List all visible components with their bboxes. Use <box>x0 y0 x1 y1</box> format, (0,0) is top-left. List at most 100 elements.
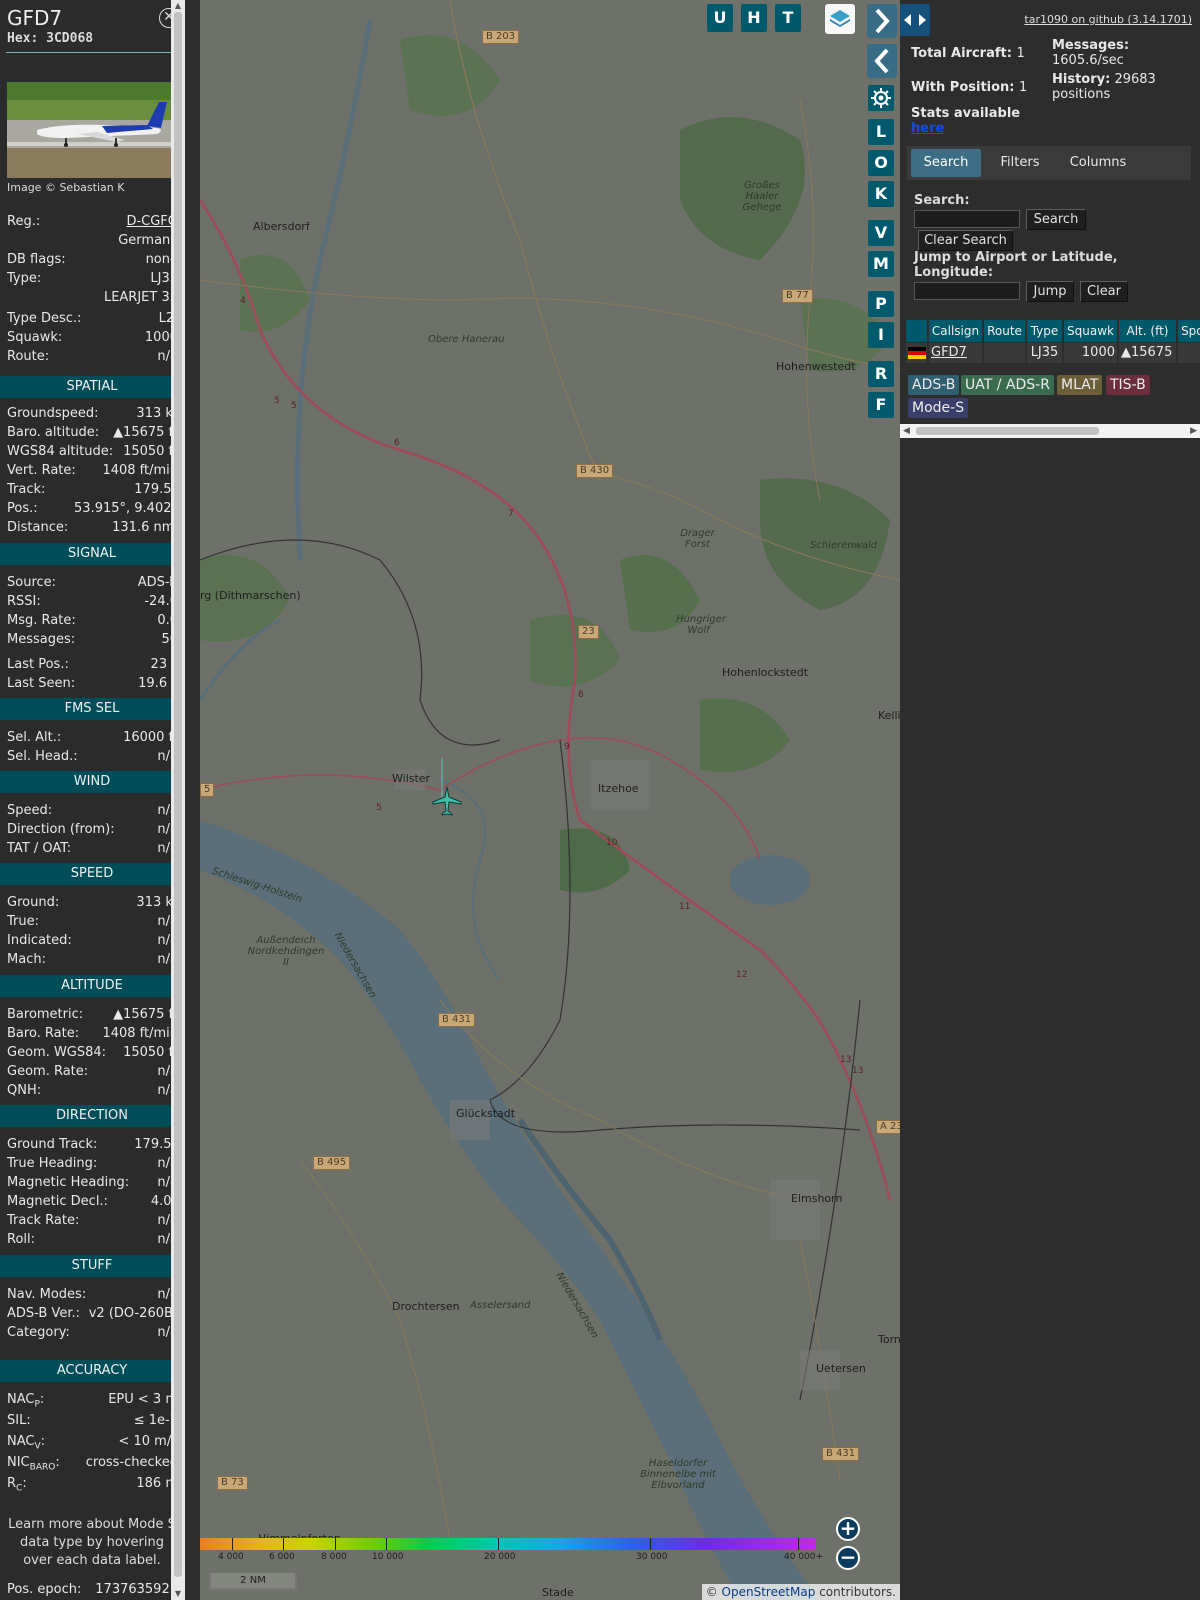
column-header-flag[interactable] <box>906 320 928 342</box>
map-view[interactable]: Albersdorf Obere Hanerau Hohenwestedt Große… <box>200 0 900 1600</box>
previous-aircraft-button[interactable] <box>867 44 897 78</box>
map-button-t[interactable]: T <box>775 4 801 32</box>
info-row-label: Groundspeed: <box>7 406 99 421</box>
callsign-link[interactable]: GFD7 <box>931 345 967 360</box>
motorway-exit-number: 10 <box>606 838 618 848</box>
colorbar-tick <box>335 1538 336 1550</box>
colorbar-tick <box>798 1538 799 1550</box>
map-button-h[interactable]: H <box>741 4 767 32</box>
info-row-label: Last Seen: <box>7 676 76 691</box>
info-row: Reg.: D-CGFO <box>7 214 178 232</box>
tab-filters[interactable]: Filters <box>989 149 1051 177</box>
openstreetmap-link[interactable]: OpenStreetMap <box>722 1585 816 1599</box>
info-row-value: cross-checked <box>85 1455 178 1470</box>
stats-here-link[interactable]: here <box>911 121 944 136</box>
search-input[interactable] <box>914 210 1020 228</box>
sidebar: tar1090 on github (3.14.1701) Total Airc… <box>900 0 1200 1600</box>
motorway-exit-number: 9 <box>564 742 570 752</box>
map-button-o[interactable]: O <box>868 150 894 176</box>
jump-button[interactable]: Jump <box>1026 281 1074 302</box>
table-row-route[interactable] <box>984 343 1026 363</box>
zoom-in-button[interactable]: + <box>836 1517 860 1541</box>
history-unit: positions <box>1052 87 1111 102</box>
clear-search-button[interactable]: Clear Search <box>918 230 1013 251</box>
table-horizontal-scrollbar[interactable]: ◀ ▶ <box>900 424 1200 438</box>
layers-button[interactable] <box>825 4 855 34</box>
learn-more-text: Learn more about Mode S data type by hov… <box>8 1517 176 1568</box>
info-row: Type Desc.: L2J <box>7 311 178 329</box>
info-row-label: WGS84 altitude: <box>7 444 114 459</box>
map-button-r[interactable]: R <box>868 361 894 387</box>
info-panel-scrollbar[interactable]: ▲ ▼ <box>171 0 185 1600</box>
horizontal-scrollbar-thumb[interactable] <box>916 427 1099 435</box>
map-button-l[interactable]: L <box>868 119 894 145</box>
table-row-flag-cell[interactable] <box>906 343 928 363</box>
settings-button[interactable] <box>868 85 894 111</box>
table-row-altitude[interactable]: ▲15675 <box>1119 343 1177 363</box>
clear-button[interactable]: Clear <box>1080 281 1128 302</box>
road-sign-label: B 431 <box>438 1013 476 1027</box>
search-button[interactable]: Search <box>1026 209 1086 230</box>
info-row-label: Geom. Rate: <box>7 1064 89 1079</box>
info-row-label: Mach: <box>7 952 46 967</box>
tab-columns[interactable]: Columns <box>1057 149 1139 177</box>
info-row: TAT / OAT: n/a <box>7 841 178 859</box>
info-row-value: 16000 ft <box>123 730 178 745</box>
column-header-squawk[interactable]: Squawk <box>1064 320 1118 342</box>
info-row: NICBARO: cross-checked <box>7 1455 178 1473</box>
zoom-out-button[interactable]: − <box>836 1546 860 1570</box>
column-header-type[interactable]: Type <box>1027 320 1063 342</box>
motorway-exit-number: 5 <box>274 396 280 406</box>
aircraft-marker-icon[interactable] <box>431 785 463 817</box>
aircraft-photo[interactable] <box>7 82 178 178</box>
next-aircraft-button[interactable] <box>867 4 897 38</box>
scrollbar-thumb[interactable] <box>174 12 182 1577</box>
tab-search[interactable]: Search <box>911 149 981 177</box>
scroll-right-icon[interactable]: ▶ <box>1190 424 1197 438</box>
map-button-f[interactable]: F <box>868 392 894 418</box>
info-row-label: Speed: <box>7 803 53 818</box>
column-header-altitude[interactable]: Alt. (ft) <box>1119 320 1177 342</box>
map-place-label: Stade <box>542 1586 574 1599</box>
column-header-speed[interactable]: Spd <box>1178 320 1200 342</box>
github-link[interactable]: tar1090 on github (3.14.1701) <box>1024 13 1192 26</box>
motorway-exit-number: 12 <box>736 970 748 980</box>
scroll-up-icon[interactable]: ▲ <box>173 1 183 11</box>
hex-label: Hex: <box>7 31 39 46</box>
info-row: Geom. Rate: n/a <box>7 1064 178 1082</box>
map-button-m[interactable]: M <box>868 251 894 277</box>
map-button-u[interactable]: U <box>707 4 733 32</box>
info-row-label: Pos. epoch: <box>7 1582 82 1597</box>
map-button-i[interactable]: I <box>868 322 894 348</box>
table-row-callsign[interactable]: GFD7 <box>929 343 983 363</box>
jump-input[interactable] <box>914 282 1020 300</box>
map-button-p[interactable]: P <box>868 291 894 317</box>
info-row-label: Sel. Head.: <box>7 749 78 764</box>
colorbar-tick <box>386 1538 387 1550</box>
scroll-down-icon[interactable]: ▼ <box>173 1589 183 1599</box>
sidebar-tabs: Search Filters Columns <box>907 146 1191 180</box>
scroll-left-icon[interactable]: ◀ <box>903 424 910 438</box>
column-header-route[interactable]: Route <box>984 320 1026 342</box>
info-row-value: 53.915°, 9.402° <box>74 501 178 516</box>
info-row-value: v2 (DO-260B) <box>88 1306 178 1321</box>
map-place-label: Haseldorfer Binnenelbe mit Elbvorland <box>640 1458 716 1491</box>
info-row: Pos.: 53.915°, 9.402° <box>7 501 178 519</box>
table-row-type[interactable]: LJ35 <box>1027 343 1063 363</box>
table-row-speed[interactable] <box>1178 343 1200 363</box>
map-button-k[interactable]: K <box>868 181 894 207</box>
layers-icon <box>830 10 850 27</box>
chevron-right-icon <box>875 8 890 34</box>
column-header-callsign[interactable]: Callsign <box>929 320 983 342</box>
toggle-sidebar-button[interactable] <box>900 4 930 36</box>
road-sign-label: B 431 <box>822 1447 860 1461</box>
info-row-label: NACP: <box>7 1392 44 1410</box>
label-colon: : <box>55 1455 60 1470</box>
map-button-v[interactable]: V <box>868 220 894 246</box>
info-row: Vert. Rate: 1408 ft/min <box>7 463 178 481</box>
table-row-squawk[interactable]: 1000 <box>1064 343 1118 363</box>
info-row: Type: LJ35 <box>7 271 178 289</box>
stats-link-wrap: here <box>911 121 944 136</box>
info-row-value: LEARJET 35 <box>103 290 178 305</box>
colorbar-tick <box>650 1538 651 1550</box>
